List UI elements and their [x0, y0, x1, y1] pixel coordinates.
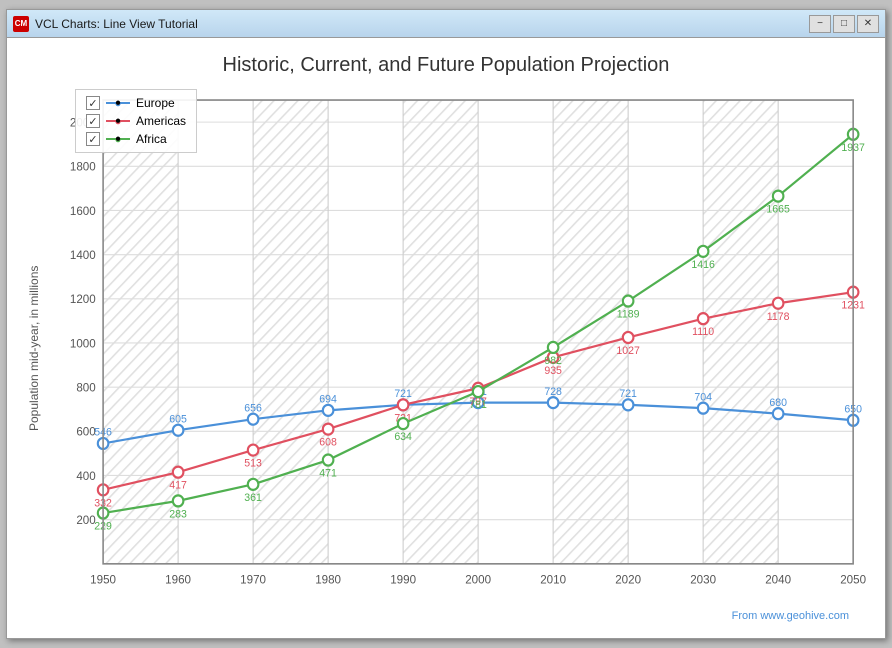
americas-point-2040[interactable]: [773, 298, 784, 309]
americas-point-2030[interactable]: [698, 313, 709, 324]
africa-point-1990[interactable]: [398, 418, 409, 429]
svg-text:200: 200: [76, 513, 96, 527]
title-bar: CM VCL Charts: Line View Tutorial − □ ✕: [7, 10, 885, 38]
svg-text:656: 656: [244, 402, 262, 414]
africa-point-1980[interactable]: [323, 455, 334, 466]
main-window: CM VCL Charts: Line View Tutorial − □ ✕ …: [6, 9, 886, 639]
y-axis-label: Population mid-year, in millions: [23, 89, 45, 608]
svg-text:600: 600: [76, 424, 96, 438]
svg-text:1970: 1970: [240, 572, 266, 586]
africa-point-2010[interactable]: [548, 342, 559, 353]
svg-text:1110: 1110: [692, 326, 714, 338]
maximize-button[interactable]: □: [833, 15, 855, 33]
svg-text:1416: 1416: [691, 259, 714, 271]
svg-text:1950: 1950: [90, 572, 116, 586]
window-controls: − □ ✕: [809, 15, 879, 33]
africa-point-1960[interactable]: [173, 495, 184, 506]
chart-legend: ● Europe ● Americas ●: [75, 89, 197, 153]
legend-line-africa: ●: [106, 138, 130, 140]
svg-text:704: 704: [694, 391, 712, 403]
svg-text:634: 634: [394, 431, 412, 443]
minimize-button[interactable]: −: [809, 15, 831, 33]
chart-svg: 200 400 600 800 1000 1200 1400 1600 1800…: [45, 89, 869, 608]
svg-text:513: 513: [244, 457, 262, 469]
europe-point-2010[interactable]: [548, 397, 559, 408]
close-button[interactable]: ✕: [857, 15, 879, 33]
americas-point-1960[interactable]: [173, 467, 184, 478]
legend-checkbox-americas[interactable]: [86, 114, 100, 128]
svg-text:1000: 1000: [70, 336, 96, 350]
legend-item-africa[interactable]: ● Africa: [86, 132, 186, 146]
africa-point-1970[interactable]: [248, 479, 259, 490]
svg-text:982: 982: [544, 355, 562, 367]
americas-point-1990[interactable]: [398, 399, 409, 410]
svg-text:1980: 1980: [315, 572, 341, 586]
americas-point-1970[interactable]: [248, 445, 259, 456]
svg-text:605: 605: [169, 413, 187, 425]
africa-point-2040[interactable]: [773, 191, 784, 202]
africa-point-2000[interactable]: [473, 386, 484, 397]
chart-container: Historic, Current, and Future Population…: [7, 38, 885, 638]
europe-point-1970[interactable]: [248, 414, 259, 425]
legend-line-europe: ●: [106, 102, 130, 104]
europe-point-1980[interactable]: [323, 405, 334, 416]
chart-title: Historic, Current, and Future Population…: [23, 54, 869, 77]
legend-item-europe[interactable]: ● Europe: [86, 96, 186, 110]
europe-point-2030[interactable]: [698, 403, 709, 414]
svg-text:1800: 1800: [70, 159, 96, 173]
svg-text:781: 781: [469, 399, 487, 411]
svg-text:694: 694: [319, 393, 337, 405]
svg-text:2020: 2020: [615, 572, 641, 586]
svg-text:800: 800: [76, 380, 96, 394]
window-title: VCL Charts: Line View Tutorial: [35, 17, 809, 31]
svg-text:400: 400: [76, 469, 96, 483]
svg-text:1600: 1600: [70, 204, 96, 218]
svg-text:2050: 2050: [840, 572, 866, 586]
svg-text:1027: 1027: [616, 345, 639, 357]
legend-label-americas: Americas: [136, 114, 186, 128]
svg-text:417: 417: [169, 480, 187, 492]
europe-point-1960[interactable]: [173, 425, 184, 436]
svg-text:1960: 1960: [165, 572, 191, 586]
legend-label-europe: Europe: [136, 96, 175, 110]
svg-text:2030: 2030: [690, 572, 716, 586]
chart-area: Population mid-year, in millions ● Europ…: [23, 89, 869, 608]
svg-text:2000: 2000: [465, 572, 491, 586]
europe-point-2040[interactable]: [773, 408, 784, 419]
africa-point-2020[interactable]: [623, 295, 634, 306]
legend-item-americas[interactable]: ● Americas: [86, 114, 186, 128]
svg-text:1200: 1200: [70, 292, 96, 306]
svg-text:2010: 2010: [540, 572, 566, 586]
legend-checkbox-europe[interactable]: [86, 96, 100, 110]
svg-text:1990: 1990: [390, 572, 416, 586]
svg-text:680: 680: [769, 397, 787, 409]
svg-text:1400: 1400: [70, 248, 96, 262]
svg-text:1189: 1189: [617, 308, 640, 320]
svg-text:721: 721: [619, 388, 637, 400]
legend-checkbox-africa[interactable]: [86, 132, 100, 146]
source-attribution: From www.geohive.com: [23, 610, 869, 622]
svg-text:283: 283: [169, 508, 187, 520]
svg-text:2040: 2040: [765, 572, 791, 586]
americas-point-1980[interactable]: [323, 424, 334, 435]
svg-text:361: 361: [244, 492, 262, 504]
svg-text:1178: 1178: [767, 311, 790, 323]
africa-point-2030[interactable]: [698, 246, 709, 257]
legend-line-americas: ●: [106, 120, 130, 122]
svg-text:471: 471: [319, 467, 337, 479]
svg-text:1665: 1665: [766, 203, 789, 215]
app-icon: CM: [13, 16, 29, 32]
americas-point-2020[interactable]: [623, 332, 634, 343]
europe-point-2020[interactable]: [623, 399, 634, 410]
svg-text:728: 728: [544, 386, 562, 398]
svg-text:608: 608: [319, 436, 337, 448]
legend-label-africa: Africa: [136, 132, 167, 146]
